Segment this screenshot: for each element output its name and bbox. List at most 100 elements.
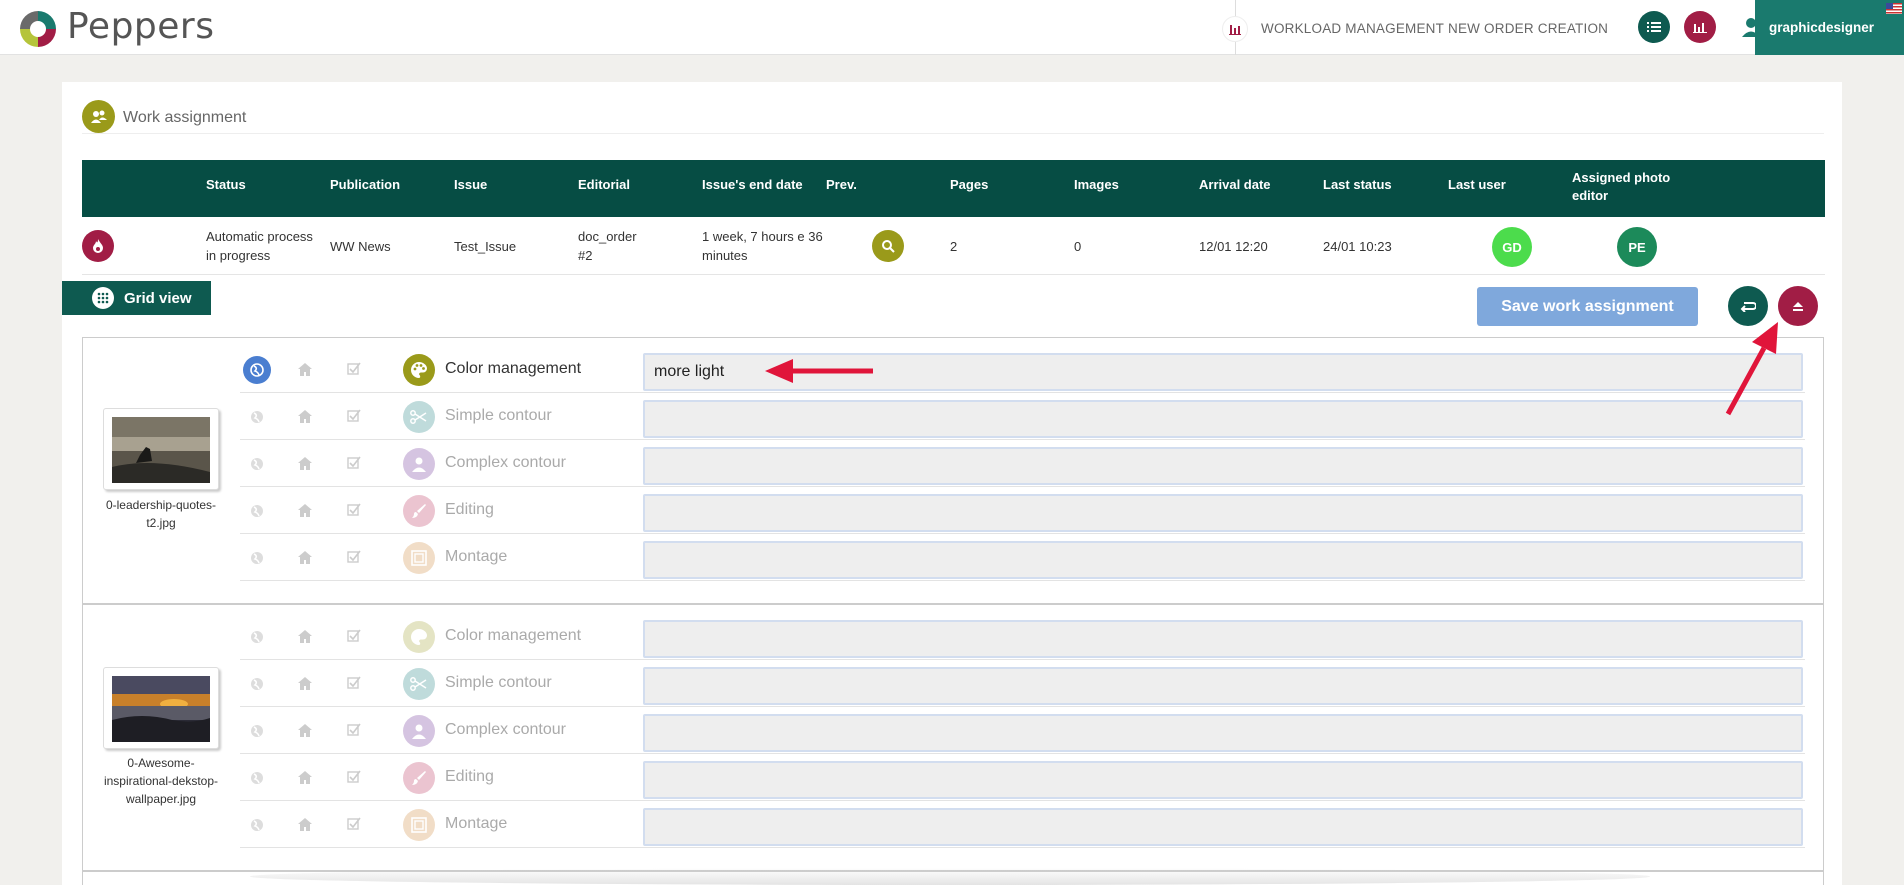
panel-title: Work assignment xyxy=(123,109,247,126)
us-flag-icon[interactable] xyxy=(1886,3,1902,14)
globe-icon[interactable] xyxy=(243,764,271,792)
return-arrow-icon xyxy=(1740,302,1756,312)
save-work-assignment-button[interactable]: Save work assignment xyxy=(1477,287,1698,326)
task-row-color-management: Color management xyxy=(240,346,1805,393)
col-editorial[interactable]: Editorial xyxy=(578,176,630,194)
grid-view-button[interactable]: Grid view xyxy=(62,281,211,315)
search-icon xyxy=(882,240,895,253)
checkbox-icon[interactable] xyxy=(344,767,364,787)
list-button[interactable] xyxy=(1638,11,1670,43)
last-user-avatar[interactable]: GD xyxy=(1492,227,1532,267)
globe-icon[interactable] xyxy=(243,623,271,651)
col-pages[interactable]: Pages xyxy=(950,176,988,194)
person-icon[interactable] xyxy=(403,715,435,747)
scissors-icon[interactable] xyxy=(403,668,435,700)
col-last-user[interactable]: Last user xyxy=(1448,176,1506,194)
annotation-arrow-up xyxy=(1725,322,1778,416)
user-icon xyxy=(1742,18,1760,37)
home-icon[interactable] xyxy=(295,453,315,473)
checkbox-icon[interactable] xyxy=(344,359,364,379)
col-status[interactable]: Status xyxy=(206,176,246,194)
globe-icon[interactable] xyxy=(243,544,271,572)
task-row-editing: Editing xyxy=(240,487,1805,534)
brush-icon[interactable] xyxy=(403,495,435,527)
task-note-input[interactable] xyxy=(643,400,1803,438)
task-row-editing: Editing xyxy=(240,754,1805,801)
montage-icon[interactable] xyxy=(403,809,435,841)
task-note-input[interactable] xyxy=(643,494,1803,532)
col-end-date[interactable]: Issue's end date xyxy=(702,176,803,194)
home-icon[interactable] xyxy=(295,500,315,520)
home-icon[interactable] xyxy=(295,767,315,787)
home-icon[interactable] xyxy=(295,814,315,834)
task-row-simple-contour: Simple contour xyxy=(240,393,1805,440)
image-filename: 0-Awesome-inspirational-dekstop-wallpape… xyxy=(103,756,219,806)
row-images: 0 xyxy=(1074,239,1082,254)
checkbox-icon[interactable] xyxy=(344,547,364,567)
annotation-arrow-left xyxy=(765,359,873,383)
task-note-input[interactable] xyxy=(643,620,1803,658)
globe-icon[interactable] xyxy=(243,497,271,525)
task-row-simple-contour: Simple contour xyxy=(240,660,1805,707)
preview-button[interactable] xyxy=(872,230,904,262)
task-note-input[interactable] xyxy=(643,761,1803,799)
home-icon[interactable] xyxy=(295,673,315,693)
palette-icon[interactable] xyxy=(403,354,435,386)
checkbox-icon[interactable] xyxy=(344,406,364,426)
task-note-input[interactable] xyxy=(643,541,1803,579)
scroll-shadow xyxy=(250,868,1650,885)
palette-icon[interactable] xyxy=(403,621,435,653)
task-label: Montage xyxy=(445,548,508,565)
col-arrival-date[interactable]: Arrival date xyxy=(1199,176,1271,194)
checkbox-icon[interactable] xyxy=(344,453,364,473)
image-thumbnail[interactable] xyxy=(103,408,219,490)
row-publication: WW News xyxy=(330,239,391,254)
checkbox-icon[interactable] xyxy=(344,814,364,834)
brush-icon[interactable] xyxy=(403,762,435,794)
row-pages: 2 xyxy=(950,239,958,254)
col-publication[interactable]: Publication xyxy=(330,176,400,194)
nav-new-order-creation[interactable]: NEW ORDER CREATION xyxy=(1448,21,1608,36)
home-icon[interactable] xyxy=(295,547,315,567)
montage-icon[interactable] xyxy=(403,542,435,574)
task-note-input[interactable] xyxy=(643,447,1803,485)
task-note-input[interactable] xyxy=(643,667,1803,705)
globe-icon[interactable] xyxy=(243,717,271,745)
col-last-status[interactable]: Last status xyxy=(1323,176,1392,194)
globe-icon[interactable] xyxy=(243,403,271,431)
photo-editor-avatar[interactable]: PE xyxy=(1617,227,1657,267)
checkbox-icon[interactable] xyxy=(344,720,364,740)
checkbox-icon[interactable] xyxy=(344,626,364,646)
col-issue[interactable]: Issue xyxy=(454,176,487,194)
chart-button[interactable] xyxy=(1684,11,1716,43)
home-icon[interactable] xyxy=(295,359,315,379)
home-icon[interactable] xyxy=(295,626,315,646)
scissors-icon[interactable] xyxy=(403,401,435,433)
person-icon[interactable] xyxy=(403,448,435,480)
task-note-input[interactable] xyxy=(643,808,1803,846)
image-thumbnail[interactable] xyxy=(103,667,219,749)
panel-header: Work assignment xyxy=(82,100,1824,134)
checkbox-icon[interactable] xyxy=(344,673,364,693)
col-photo-editor[interactable]: Assigned photo editor xyxy=(1572,169,1682,205)
home-icon[interactable] xyxy=(295,720,315,740)
chart-icon xyxy=(1693,23,1707,33)
globe-icon[interactable] xyxy=(243,811,271,839)
globe-icon[interactable] xyxy=(243,670,271,698)
globe-icon[interactable] xyxy=(243,356,271,384)
eject-button[interactable] xyxy=(1778,286,1818,326)
task-note-input[interactable] xyxy=(643,714,1803,752)
globe-icon[interactable] xyxy=(243,450,271,478)
user-menu[interactable]: graphicdesigner xyxy=(1755,0,1904,55)
table-row[interactable]: Automatic process in progress WW News Te… xyxy=(82,217,1825,275)
workload-chart-icon[interactable] xyxy=(1222,16,1248,42)
task-row-montage: Montage xyxy=(240,534,1805,581)
checkbox-icon[interactable] xyxy=(344,500,364,520)
home-icon[interactable] xyxy=(295,406,315,426)
top-bar: Peppers WORKLOAD MANAGEMENT NEW ORDER CR… xyxy=(0,0,1904,55)
task-row-montage: Montage xyxy=(240,801,1805,848)
image-group-2: 0-Awesome-inspirational-dekstop-wallpape… xyxy=(82,604,1824,871)
col-images[interactable]: Images xyxy=(1074,176,1119,194)
col-prev[interactable]: Prev. xyxy=(826,176,857,194)
nav-workload-management[interactable]: WORKLOAD MANAGEMENT xyxy=(1261,21,1444,36)
